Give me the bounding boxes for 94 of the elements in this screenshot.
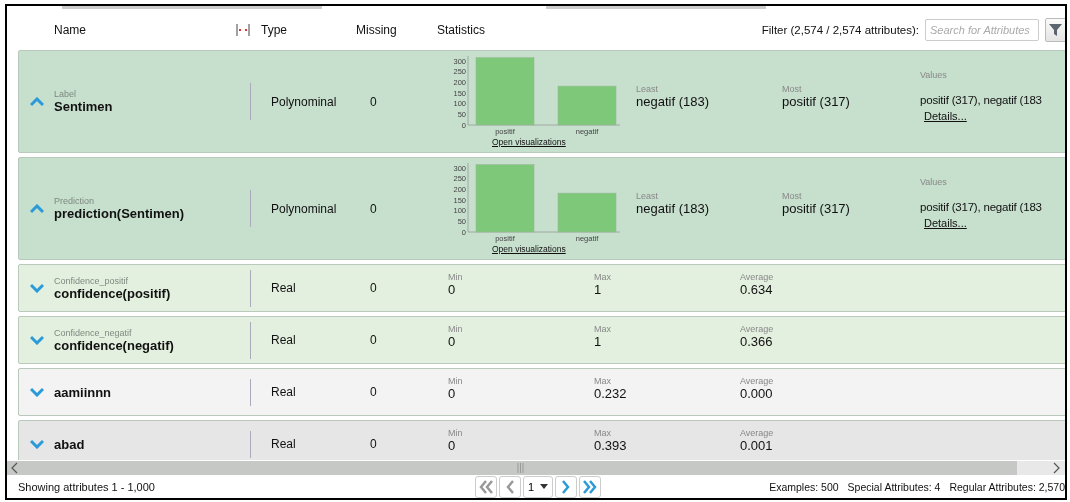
stat-label: Values: [920, 69, 948, 80]
summary-text: Special Attributes: 4: [847, 480, 941, 493]
summary-text: Regular Attributes: 2,570: [949, 480, 1065, 493]
missing-count: 0: [370, 385, 377, 399]
type-text: Real: [271, 281, 296, 295]
stat-value: 0: [448, 281, 457, 297]
bar: [475, 163, 535, 232]
search-field[interactable]: Search for Attributes: [925, 19, 1039, 41]
chevron-up-icon[interactable]: [29, 96, 44, 107]
stat-label: Average: [740, 375, 775, 386]
stat-value: 0.001: [740, 437, 774, 453]
stat-value: 0: [448, 333, 457, 349]
stat-label: Average: [740, 271, 775, 282]
open-visualizations-link[interactable]: Open visualizations: [492, 243, 566, 254]
stat-value: 0.000: [740, 385, 774, 401]
stat-label: Min: [448, 271, 464, 282]
chevron-up-icon[interactable]: [29, 203, 44, 214]
attribute-row[interactable]: abad Real 0 Min 0 Max 0.393 Average 0.001: [18, 420, 1065, 460]
stat-value: positif (317), negatif (183: [920, 93, 1043, 106]
stat-label: Max: [594, 323, 612, 334]
stat-label: Min: [448, 323, 464, 334]
missing-count: 0: [370, 94, 377, 109]
resize-icon[interactable]: [236, 23, 250, 37]
attribute-row[interactable]: Confidence_positif confidence(positif) Real 0 Min 0 Max 1 Average 0.634: [18, 264, 1065, 312]
stat-label: Least: [636, 84, 660, 94]
scroll-left-icon[interactable]: [10, 462, 20, 474]
filter-label: Filter (2,574 / 2,574 attributes):: [761, 24, 919, 36]
details-link[interactable]: Details...: [924, 216, 967, 229]
page-select[interactable]: 1: [523, 475, 554, 498]
caret-icon[interactable]: [540, 483, 549, 490]
attribute-row[interactable]: aamiinnn Real 0 Min 0 Max 0.232 Average 0.000: [18, 368, 1065, 416]
role-label: Label: [54, 89, 78, 99]
showing-text: Showing attributes 1 - 1,000: [18, 480, 156, 493]
role-label: Confidence_positif: [54, 275, 130, 286]
chevron-left-icon[interactable]: [504, 479, 516, 494]
type-text: Real: [271, 333, 296, 347]
stat-value: 0: [448, 437, 457, 453]
stat-label: Values: [920, 176, 948, 187]
stat-value: negatif (183): [636, 201, 710, 216]
attribute-name: Sentimen: [54, 99, 114, 114]
stat-value: 0.366: [740, 333, 774, 349]
missing-count: 0: [370, 201, 377, 216]
chevron-down-icon[interactable]: [29, 439, 44, 449]
stat-value: 0.634: [740, 281, 774, 297]
stat-value: negatif (183): [636, 94, 710, 109]
previous-page-button[interactable]: [499, 475, 521, 498]
type-text: Polynominal: [271, 201, 337, 216]
type-text: Real: [271, 437, 296, 451]
stat-value: positif (317), negatif (183: [920, 200, 1043, 213]
missing-count: 0: [370, 437, 377, 451]
stat-label: Max: [594, 375, 612, 386]
bar: [557, 85, 617, 125]
attribute-name: prediction(Sentimen): [54, 206, 185, 221]
stat-label: Average: [740, 323, 775, 334]
horizontal-scrollbar[interactable]: [7, 461, 1065, 475]
type-text: Real: [271, 385, 296, 399]
chevron-down-icon[interactable]: [29, 387, 44, 397]
column-header: Statistics: [437, 23, 486, 37]
details-link[interactable]: Details...: [924, 109, 967, 122]
stat-label: Least: [636, 191, 660, 201]
stat-label: Most: [782, 84, 803, 94]
stat-value: 1: [594, 281, 603, 297]
stat-value: 0: [448, 385, 457, 401]
bar: [557, 192, 617, 232]
attribute-name: abad: [54, 436, 86, 452]
stat-value: 1: [594, 333, 603, 349]
column-header[interactable]: Type: [261, 23, 356, 37]
attribute-row[interactable]: Confidence_negatif confidence(negatif) Real 0 Min 0 Max 1 Average 0.366: [18, 316, 1065, 364]
attribute-name: confidence(positif): [54, 285, 172, 301]
attribute-name: aamiinnn: [54, 384, 113, 400]
bar: [475, 56, 535, 125]
summary-text: Examples: 500: [769, 480, 839, 493]
scroll-right-icon[interactable]: [1051, 462, 1061, 474]
role-label: Prediction: [54, 196, 96, 206]
open-visualizations-link[interactable]: Open visualizations: [492, 136, 566, 147]
stat-value: 0.393: [594, 437, 628, 453]
stat-label: Average: [740, 427, 775, 438]
stat-label: Min: [448, 375, 464, 386]
column-header[interactable]: Name: [54, 23, 236, 37]
grip-icon[interactable]: [516, 463, 524, 473]
role-label: Confidence_negatif: [54, 327, 133, 338]
chevron-down-icon[interactable]: [29, 335, 44, 345]
attribute-name: confidence(negatif): [54, 337, 175, 353]
stat-value: 0.232: [594, 385, 628, 401]
stat-label: Max: [594, 271, 612, 282]
stat-label: Most: [782, 191, 803, 201]
missing-count: 0: [370, 281, 377, 295]
chevron-down-icon[interactable]: [29, 283, 44, 293]
column-header[interactable]: Missing: [356, 23, 437, 37]
missing-count: 0: [370, 333, 377, 347]
next-page-button[interactable]: [555, 475, 578, 498]
type-text: Polynominal: [271, 94, 337, 109]
stat-label: Max: [594, 427, 612, 438]
stat-label: Min: [448, 427, 464, 438]
